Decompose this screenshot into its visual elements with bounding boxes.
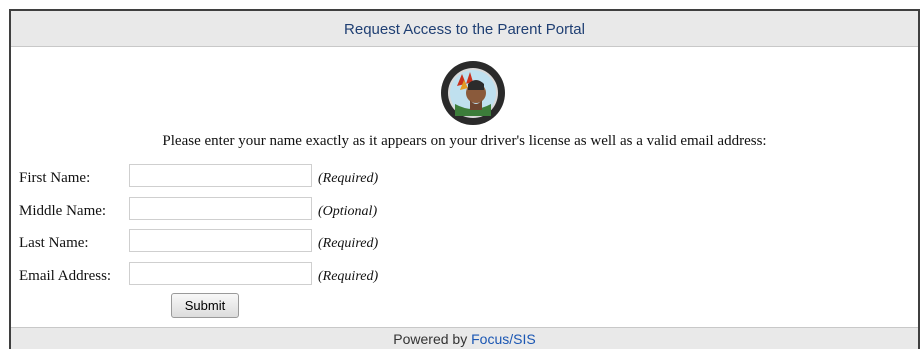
footer-prefix: Powered by bbox=[393, 331, 472, 347]
submit-button[interactable]: Submit bbox=[171, 293, 239, 318]
header-bar: Request Access to the Parent Portal bbox=[11, 11, 918, 47]
middle-name-hint: (Optional) bbox=[318, 204, 378, 219]
email-field[interactable] bbox=[129, 262, 312, 285]
first-name-label: First Name: bbox=[19, 170, 91, 186]
footer-bar: Powered by Focus/SIS bbox=[11, 327, 918, 349]
email-hint: (Required) bbox=[318, 269, 379, 284]
focus-sis-link[interactable]: Focus/SIS bbox=[471, 331, 536, 347]
portal-panel: Request Access to the Parent Portal Plea… bbox=[9, 9, 920, 349]
email-label: Email Address: bbox=[19, 268, 112, 284]
last-name-field[interactable] bbox=[129, 229, 312, 252]
instructions-text: Please enter your name exactly as it app… bbox=[162, 133, 767, 149]
last-name-label: Last Name: bbox=[19, 235, 89, 251]
page-title: Request Access to the Parent Portal bbox=[344, 21, 585, 38]
last-name-hint: (Required) bbox=[318, 236, 379, 251]
first-name-hint: (Required) bbox=[318, 171, 379, 186]
first-name-field[interactable] bbox=[129, 164, 312, 187]
district-seal-icon bbox=[441, 61, 505, 125]
district-logo bbox=[382, 58, 566, 126]
middle-name-field[interactable] bbox=[129, 197, 312, 220]
middle-name-label: Middle Name: bbox=[19, 203, 107, 219]
